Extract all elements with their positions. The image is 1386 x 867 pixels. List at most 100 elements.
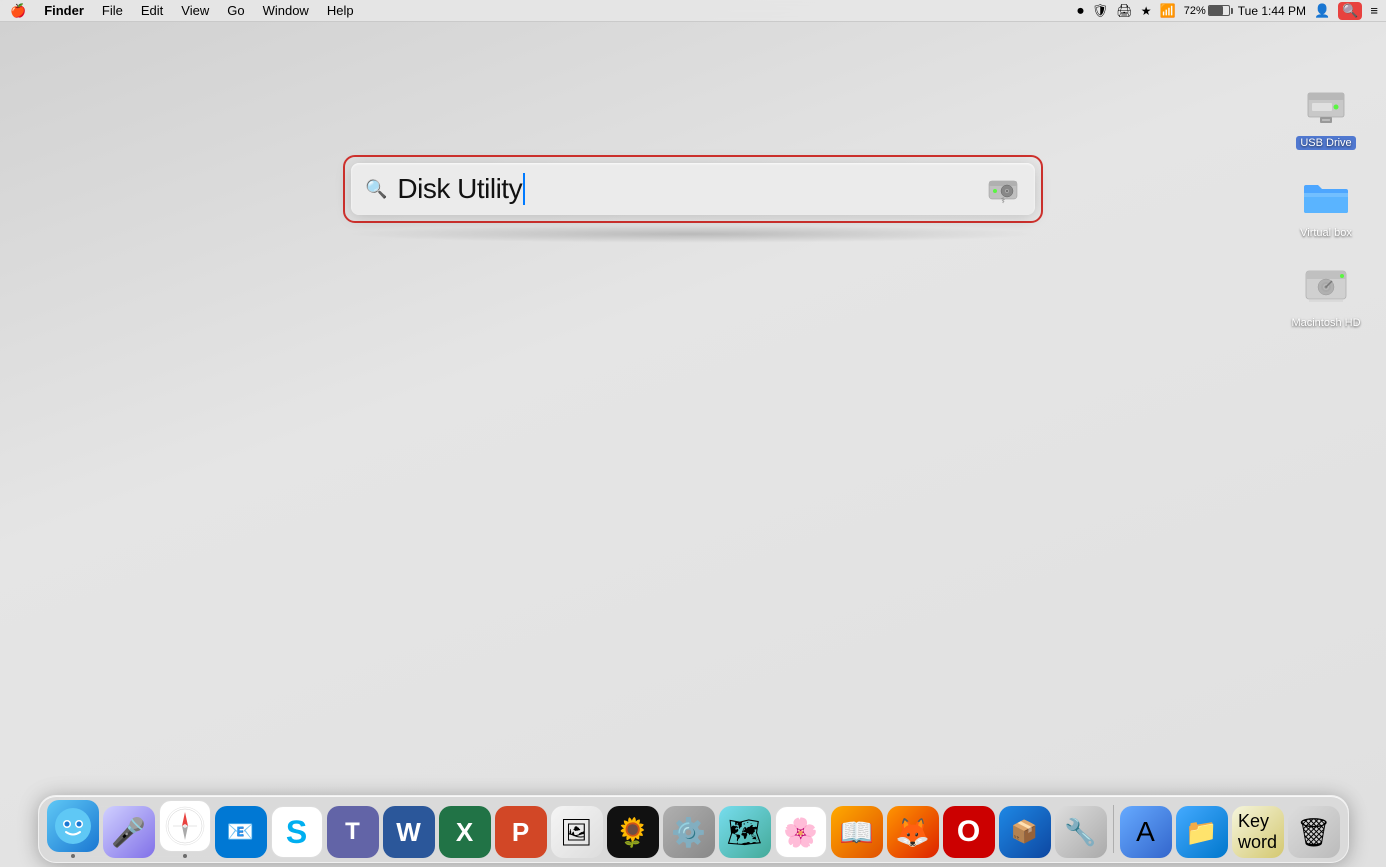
desktop-icons-area: USB Drive Virtual box	[1286, 80, 1366, 330]
dock-item-excel[interactable]: X	[439, 806, 491, 858]
macintosh-hd-label: Macintosh HD	[1287, 316, 1364, 330]
safari-icon	[159, 800, 211, 852]
skype-icon: S	[271, 806, 323, 858]
finder-dot	[71, 854, 75, 858]
dock-item-safari[interactable]	[159, 800, 211, 858]
macintosh-hd-svg	[1302, 265, 1350, 307]
tools-glyph: 🔧	[1064, 817, 1096, 848]
outlook-glyph: 📧	[227, 819, 254, 845]
menubar-edit[interactable]: Edit	[139, 3, 165, 18]
keywords-glyph: Keyword	[1238, 811, 1277, 853]
menubar-time: Tue 1:44 PM	[1238, 4, 1306, 18]
dock-item-preview[interactable]: 🖼	[551, 806, 603, 858]
menubar-window[interactable]: Window	[261, 3, 311, 18]
finder-icon	[47, 800, 99, 852]
opera-icon: O	[943, 806, 995, 858]
dock-item-sunflower[interactable]: 🌻	[607, 806, 659, 858]
excel-glyph: X	[456, 817, 473, 848]
disk-utility-icon: ⚕	[985, 171, 1021, 207]
system-prefs-icon: ⚙️	[663, 806, 715, 858]
trash-icon: 🗑	[1288, 806, 1340, 858]
photos-glyph: 🌸	[783, 816, 818, 849]
desktop	[0, 0, 1386, 867]
firefox-glyph: 🦊	[895, 816, 930, 849]
dock-item-tools[interactable]: 🔧	[1055, 806, 1107, 858]
dock-item-photos[interactable]: 🌸	[775, 806, 827, 858]
powerpoint-icon: P	[495, 806, 547, 858]
user-icon[interactable]: 👤	[1314, 3, 1330, 19]
spotlight-icon[interactable]: 🔍	[1338, 2, 1362, 20]
dock-item-system-prefs[interactable]: ⚙️	[663, 806, 715, 858]
word-icon: W	[383, 806, 435, 858]
menubar: 🍎 Finder File Edit View Go Window Help ⏺…	[0, 0, 1386, 22]
app-folder-glyph: A	[1136, 816, 1155, 848]
dock-item-books[interactable]: 📖	[831, 806, 883, 858]
outlook-icon: 📧	[215, 806, 267, 858]
dock-item-skype[interactable]: S	[271, 806, 323, 858]
vpn-icon[interactable]: 🛡	[1092, 3, 1109, 19]
dock-item-siri[interactable]: 🎤	[103, 806, 155, 858]
menubar-go[interactable]: Go	[225, 3, 246, 18]
doc-folder-glyph: 📁	[1185, 817, 1217, 848]
menubar-finder[interactable]: Finder	[42, 3, 86, 18]
menubar-right: ⏺ 🛡 🖨 ★ 📶 72% Tue 1:44 PM 👤 🔍 ≡	[1077, 2, 1378, 20]
spotlight-border: 🔍 Disk Utility ⚕	[343, 155, 1043, 223]
dock-item-maps[interactable]: 🗺	[719, 806, 771, 858]
dock-item-teams[interactable]: T	[327, 806, 379, 858]
menubar-help[interactable]: Help	[325, 3, 356, 18]
dock-item-outlook[interactable]: 📧	[215, 806, 267, 858]
dock-item-opera[interactable]: O	[943, 806, 995, 858]
dock-item-firefox[interactable]: 🦊	[887, 806, 939, 858]
dock-separator	[1113, 805, 1114, 853]
spotlight-search-box[interactable]: 🔍 Disk Utility ⚕	[351, 163, 1035, 215]
maps-icon: 🗺	[719, 806, 771, 858]
dock: 🎤 📧	[38, 795, 1349, 863]
dock-item-app-folder[interactable]: A	[1120, 806, 1172, 858]
spotlight-search-text: Disk Utility	[397, 173, 522, 205]
wifi-icon[interactable]: 📶	[1160, 3, 1176, 19]
spotlight-shadow	[343, 225, 1043, 243]
desktop-icon-usb-drive[interactable]: USB Drive	[1286, 80, 1366, 150]
usb-drive-svg	[1302, 85, 1350, 127]
screen-record-icon[interactable]: ⏺	[1077, 3, 1084, 19]
books-icon: 📖	[831, 806, 883, 858]
spotlight-search-icon: 🔍	[365, 179, 387, 200]
virtualbox-dock-icon: 📦	[999, 806, 1051, 858]
preview-glyph: 🖼	[560, 817, 593, 848]
dock-container: 🎤 📧	[0, 795, 1386, 867]
maps-glyph: 🗺	[727, 816, 763, 849]
finder-svg	[53, 806, 93, 846]
dock-item-finder[interactable]	[47, 800, 99, 858]
safari-dot	[183, 854, 187, 858]
preview-icon: 🖼	[551, 806, 603, 858]
apple-menu[interactable]: 🍎	[8, 3, 28, 19]
tools-icon: 🔧	[1055, 806, 1107, 858]
print-icon[interactable]: 🖨	[1116, 3, 1133, 19]
photos-icon: 🌸	[775, 806, 827, 858]
macintosh-hd-image	[1300, 260, 1352, 312]
safari-svg	[165, 806, 205, 846]
desktop-icon-virtualbox[interactable]: Virtual box	[1286, 170, 1366, 240]
usb-drive-image	[1300, 80, 1352, 132]
bluetooth-icon[interactable]: ★	[1141, 4, 1152, 18]
dock-item-word[interactable]: W	[383, 806, 435, 858]
battery-percentage: 72%	[1184, 5, 1206, 17]
trash-glyph: 🗑	[1296, 816, 1332, 849]
virtualbox-label: Virtual box	[1296, 226, 1356, 240]
system-prefs-glyph: ⚙️	[671, 816, 706, 849]
desktop-icon-macintosh-hd[interactable]: Macintosh HD	[1286, 260, 1366, 330]
word-glyph: W	[396, 817, 421, 848]
menubar-file[interactable]: File	[100, 3, 125, 18]
dock-item-powerpoint[interactable]: P	[495, 806, 547, 858]
spotlight-input-area: Disk Utility	[397, 173, 977, 205]
control-center-icon[interactable]: ≡	[1370, 3, 1378, 18]
doc-folder-icon: 📁	[1176, 806, 1228, 858]
dock-item-doc-folder[interactable]: 📁	[1176, 806, 1228, 858]
teams-icon: T	[327, 806, 379, 858]
opera-glyph: O	[957, 815, 980, 849]
menubar-view[interactable]: View	[179, 3, 211, 18]
dock-item-trash[interactable]: 🗑	[1288, 806, 1340, 858]
spotlight-container: 🔍 Disk Utility ⚕	[343, 155, 1043, 243]
dock-item-keywords[interactable]: Keyword	[1232, 806, 1284, 858]
dock-item-virtualbox-dock[interactable]: 📦	[999, 806, 1051, 858]
